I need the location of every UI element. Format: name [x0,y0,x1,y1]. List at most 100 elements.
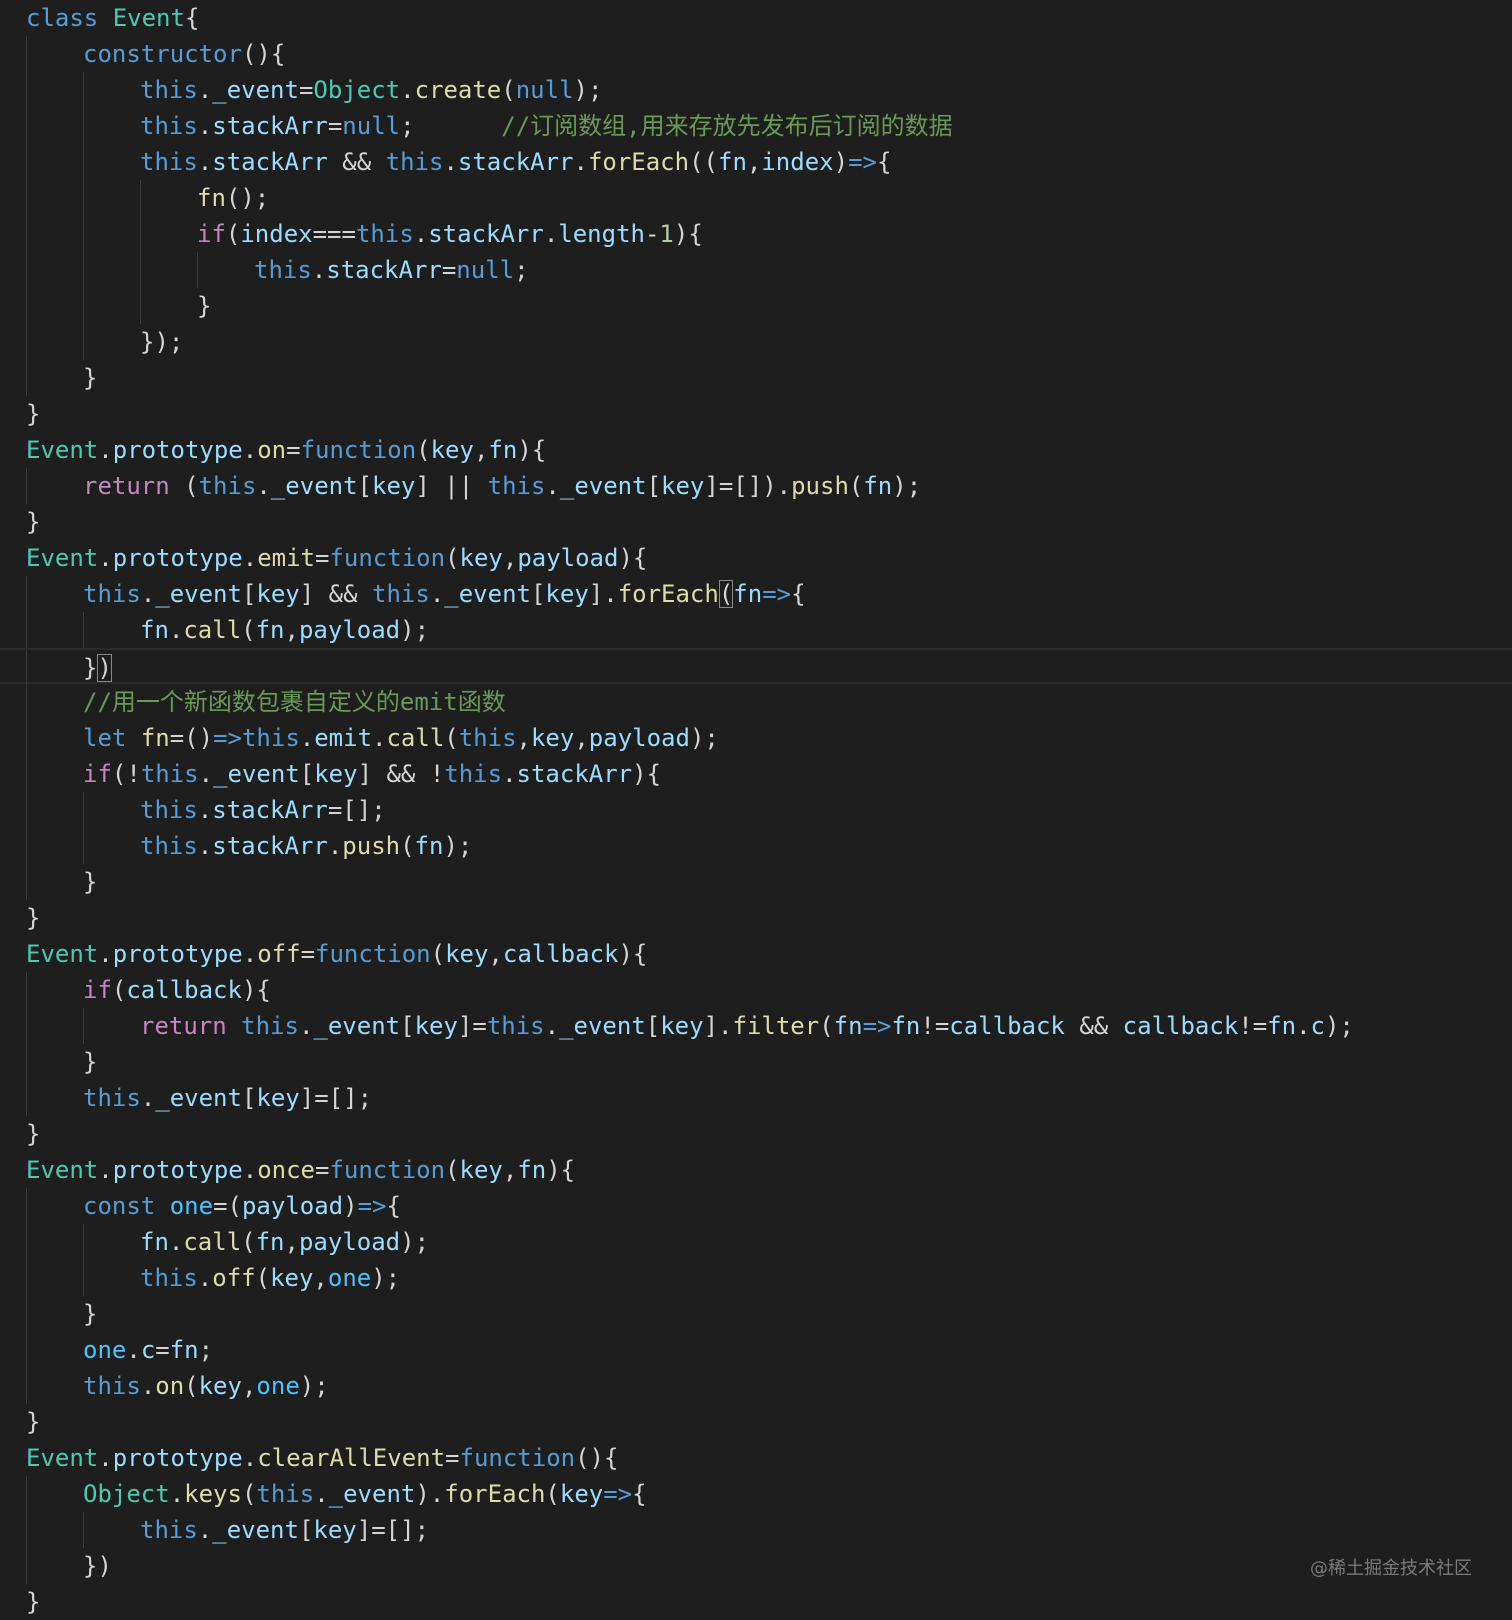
code-token: = [315,544,330,572]
code-line[interactable]: Object.keys(this._event).forEach(key=>{ [0,1476,1512,1512]
code-line[interactable]: this.stackArr=null; [0,252,1512,288]
code-line[interactable]: } [0,396,1512,432]
code-text: } [26,1584,40,1620]
code-line[interactable]: } [0,1116,1512,1152]
code-token: ) [343,1192,358,1220]
code-token: ). [415,1480,445,1508]
code-token: , [313,1264,328,1292]
code-line[interactable]: one.c=fn; [0,1332,1512,1368]
code-text: return (this._event[key] || this._event[… [83,468,921,504]
code-token: . [198,760,214,788]
code-token: , [473,436,489,464]
code-token: [ [299,760,315,788]
code-line[interactable]: Event.prototype.off=function(key,callbac… [0,936,1512,972]
code-line[interactable]: this._event=Object.create(null); [0,72,1512,108]
code-line[interactable]: } [0,1296,1512,1332]
code-token: function [300,436,417,464]
code-text: } [83,360,97,396]
code-line[interactable]: }) [0,1548,1512,1584]
code-token: ; [198,1336,214,1364]
code-token: ( [169,472,199,500]
code-editor[interactable]: class Event{constructor(){this._event=Ob… [0,0,1512,1618]
code-line[interactable]: Event.prototype.on=function(key,fn){ [0,432,1512,468]
code-line[interactable]: this.stackArr=[]; [0,792,1512,828]
code-token: stackArr [516,760,633,788]
code-token: Event [26,544,99,572]
code-line[interactable]: Event.prototype.once=function(key,fn){ [0,1152,1512,1188]
code-token: ); [443,832,473,860]
code-token: ( [545,1480,560,1508]
code-token: = [155,1336,170,1364]
code-token: emit [257,544,315,572]
code-line[interactable]: this.stackArr && this.stackArr.forEach((… [0,144,1512,180]
code-line[interactable]: this._event[key] && this._event[key].for… [0,576,1512,612]
code-line[interactable]: }); [0,324,1512,360]
code-token: let [83,724,127,752]
code-token: one [256,1372,300,1400]
indent-guide [26,972,27,1008]
code-token: . [140,1372,156,1400]
code-line[interactable]: this.stackArr=null; //订阅数组,用来存放先发布后订阅的数据 [0,108,1512,144]
code-line[interactable]: Event.prototype.clearAllEvent=function()… [0,1440,1512,1476]
indent-guide [26,144,27,180]
code-token: _event [270,472,358,500]
code-line[interactable]: return this._event[key]=this._event[key]… [0,1008,1512,1044]
code-line[interactable]: fn.call(fn,payload); [0,1224,1512,1260]
code-line[interactable]: fn(); [0,180,1512,216]
code-line[interactable]: this._event[key]=[]; [0,1080,1512,1116]
code-token: return [140,1012,227,1040]
indent-guide [26,72,27,108]
code-line[interactable]: fn.call(fn,payload); [0,612,1512,648]
code-line[interactable]: //用一个新函数包裹自定义的emit函数 [0,684,1512,720]
code-text: Event.prototype.once=function(key,fn){ [26,1152,575,1188]
code-token: => [848,148,877,176]
code-line[interactable]: if(!this._event[key] && !this.stackArr){ [0,756,1512,792]
code-line[interactable]: if(callback){ [0,972,1512,1008]
code-token: , [574,724,589,752]
code-token: . [197,1516,213,1544]
code-line[interactable]: } [0,864,1512,900]
code-token: this [241,724,300,752]
code-token: prototype [112,544,243,572]
code-line[interactable]: this._event[key]=[]; [0,1512,1512,1548]
code-line[interactable]: } [0,1584,1512,1620]
code-token: . [544,1012,560,1040]
code-line[interactable]: this.on(key,one); [0,1368,1512,1404]
code-line[interactable]: let fn=()=>this.emit.call(this,key,paylo… [0,720,1512,756]
indent-guide [26,360,27,396]
code-line[interactable]: this.off(key,one); [0,1260,1512,1296]
code-line[interactable]: } [0,900,1512,936]
code-token: =( [213,1192,242,1220]
code-token: ( [225,220,241,248]
code-line[interactable]: Event.prototype.emit=function(key,payloa… [0,540,1512,576]
code-line[interactable]: } [0,288,1512,324]
code-line[interactable]: } [0,504,1512,540]
code-line[interactable]: class Event{ [0,0,1512,36]
code-token: . [298,1012,314,1040]
code-token: ){ [632,760,662,788]
code-line[interactable]: this.stackArr.push(fn); [0,828,1512,864]
code-text: Event.prototype.emit=function(key,payloa… [26,540,647,576]
code-line[interactable]: if(index===this.stackArr.length-1){ [0,216,1512,252]
code-token: function [329,1156,446,1184]
code-token: _event [313,1012,401,1040]
code-token: Event [112,4,185,32]
code-token: [ [298,1516,314,1544]
code-token: . [242,544,258,572]
code-token: _event [213,760,300,788]
code-token: on [155,1372,185,1400]
code-line[interactable]: } [0,360,1512,396]
code-token: ) [97,654,112,682]
code-line[interactable]: }) [0,648,1512,686]
code-line[interactable]: return (this._event[key] || this._event[… [0,468,1512,504]
code-line[interactable]: const one=(payload)=>{ [0,1188,1512,1224]
code-token: , [284,616,299,644]
indent-guide [26,1224,27,1260]
code-line[interactable]: } [0,1044,1512,1080]
code-token: ( [430,940,446,968]
code-token: prototype [112,436,243,464]
code-token: . [443,148,458,176]
code-line[interactable]: } [0,1404,1512,1440]
code-text: Event.prototype.clearAllEvent=function()… [26,1440,618,1476]
code-line[interactable]: constructor(){ [0,36,1512,72]
